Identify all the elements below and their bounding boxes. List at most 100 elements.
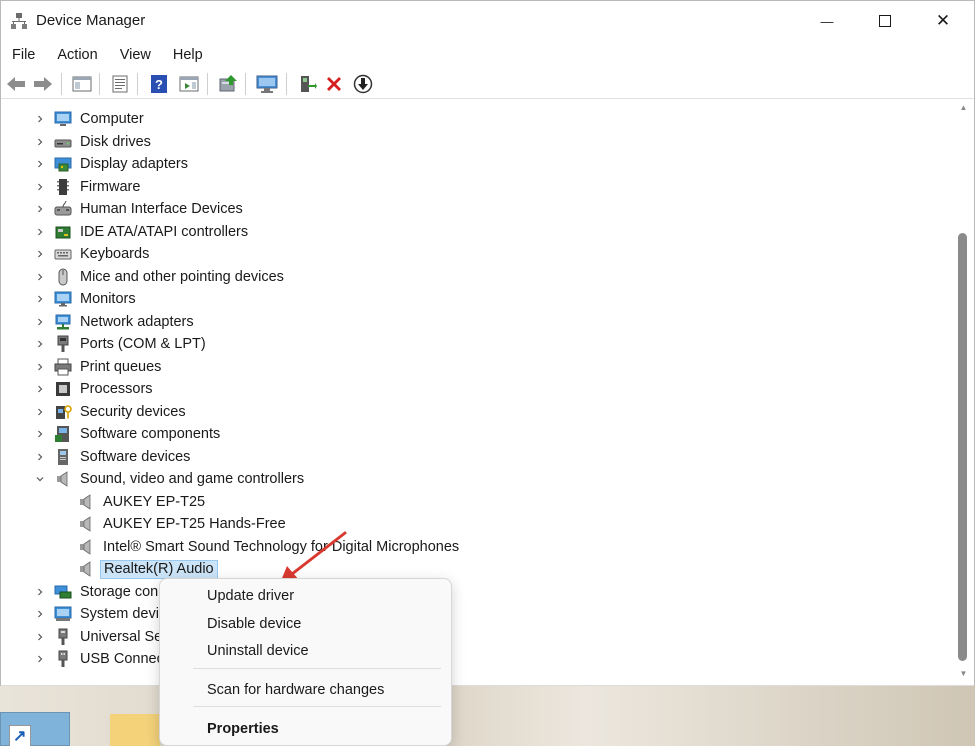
title-bar[interactable]: Device Manager — ✕ xyxy=(1,1,974,41)
tree-category-item[interactable]: Sound, video and game controllers xyxy=(3,468,943,490)
minimize-icon: — xyxy=(820,13,834,29)
tree-category-item[interactable]: Security devices xyxy=(3,401,943,423)
menu-action[interactable]: Action xyxy=(46,43,108,67)
help-icon: ? xyxy=(151,75,167,93)
chevron-right-icon[interactable] xyxy=(34,311,46,333)
desktop-shortcut-tile[interactable] xyxy=(0,712,70,746)
forward-button[interactable] xyxy=(32,73,54,95)
chevron-down-icon[interactable] xyxy=(34,468,46,490)
tree-category-item[interactable]: System devi xyxy=(3,603,943,625)
maximize-icon xyxy=(879,15,891,27)
chevron-right-icon[interactable] xyxy=(34,131,46,153)
chevron-right-icon[interactable] xyxy=(34,423,46,445)
chevron-right-icon[interactable] xyxy=(34,378,46,400)
menu-file[interactable]: File xyxy=(1,43,46,67)
menu-help[interactable]: Help xyxy=(162,43,214,67)
menu-view[interactable]: View xyxy=(109,43,162,67)
tree-item-label: Display adapters xyxy=(80,156,188,172)
chevron-right-icon[interactable] xyxy=(34,333,46,355)
speaker-icon xyxy=(80,538,91,555)
tree-device-item[interactable]: AUKEY EP-T25 Hands-Free xyxy=(3,513,943,535)
chevron-right-icon[interactable] xyxy=(34,603,46,625)
chevron-right-icon[interactable] xyxy=(34,221,46,243)
tree-item-label: Software devices xyxy=(80,448,191,465)
chevron-right-icon[interactable] xyxy=(34,288,46,310)
toolbar-separator xyxy=(245,73,246,95)
tree-category-item[interactable]: Universal Se xyxy=(3,626,943,648)
context-scan-hardware[interactable]: Scan for hardware changes xyxy=(164,677,449,703)
chevron-right-icon[interactable] xyxy=(34,648,46,670)
tree-category-item[interactable]: Computer xyxy=(3,108,943,130)
speaker-icon xyxy=(57,471,68,487)
uninstall-device-button[interactable] xyxy=(323,73,345,95)
tree-device-item[interactable]: Intel® Smart Sound Technology for Digita… xyxy=(3,536,943,558)
toolbar-separator xyxy=(137,73,138,95)
back-button[interactable] xyxy=(5,73,27,95)
context-update-driver[interactable]: Update driver xyxy=(164,583,449,609)
tree-category-item[interactable]: Storage con xyxy=(3,581,943,603)
enable-device-button[interactable] xyxy=(296,73,318,95)
tree-category-item[interactable]: Software components xyxy=(3,423,943,445)
usb-connector-icon xyxy=(58,650,68,667)
chevron-right-icon[interactable] xyxy=(34,108,46,130)
chevron-right-icon[interactable] xyxy=(34,626,46,648)
tree-category-item[interactable]: Print queues xyxy=(3,356,943,378)
tree-category-item[interactable]: Human Interface Devices xyxy=(3,198,943,220)
maximize-button[interactable] xyxy=(856,1,914,41)
tree-category-item[interactable]: Ports (COM & LPT) xyxy=(3,333,943,355)
tree-item-label: Storage con xyxy=(80,583,159,600)
chevron-right-icon[interactable] xyxy=(34,581,46,603)
context-properties[interactable]: Properties xyxy=(164,716,449,742)
properties-button[interactable] xyxy=(109,73,131,95)
software-device-icon xyxy=(58,448,68,465)
tree-category-item[interactable]: Processors xyxy=(3,378,943,400)
tree-item-label: Software components xyxy=(80,426,221,442)
tree-category-item[interactable]: Display adapters xyxy=(3,153,943,175)
window-title: Device Manager xyxy=(36,12,146,29)
tree-device-item[interactable]: Realtek(R) Audio xyxy=(3,558,943,580)
chevron-right-icon[interactable] xyxy=(34,243,46,265)
tree-category-item[interactable]: IDE ATA/ATAPI controllers xyxy=(3,221,943,243)
chevron-right-icon[interactable] xyxy=(34,401,46,423)
security-device-icon xyxy=(56,404,72,419)
context-uninstall-device[interactable]: Uninstall device xyxy=(164,638,449,664)
tree-category-item[interactable]: Software devices xyxy=(3,446,943,468)
tree-category-item[interactable]: Keyboards xyxy=(3,243,943,265)
scan-hardware-button[interactable] xyxy=(256,73,278,95)
action-pane-button[interactable] xyxy=(178,73,200,95)
forward-icon xyxy=(34,77,52,91)
chevron-right-icon[interactable] xyxy=(34,446,46,468)
tree-category-item[interactable]: Mice and other pointing devices xyxy=(3,266,943,288)
tree-device-item[interactable]: AUKEY EP-T25 xyxy=(3,491,943,513)
tree-item-label: Firmware xyxy=(80,178,141,195)
scrollbar-thumb[interactable] xyxy=(958,233,967,661)
show-hide-console-tree-icon xyxy=(72,76,92,92)
minimize-button[interactable]: — xyxy=(798,1,856,41)
chevron-right-icon[interactable] xyxy=(34,356,46,378)
disable-device-button[interactable] xyxy=(352,73,374,95)
tree-category-item[interactable]: Network adapters xyxy=(3,311,943,333)
scroll-up-icon[interactable]: ▲ xyxy=(959,103,968,112)
speaker-icon xyxy=(80,561,91,577)
svg-text:?: ? xyxy=(155,77,163,92)
context-separator xyxy=(193,706,441,707)
context-disable-device[interactable]: Disable device xyxy=(164,611,449,637)
help-button[interactable]: ? xyxy=(148,73,170,95)
tree-item-label: System devi xyxy=(80,606,159,622)
scroll-down-icon[interactable]: ▼ xyxy=(959,669,968,678)
tree-category-item[interactable]: Firmware xyxy=(3,176,943,198)
close-button[interactable]: ✕ xyxy=(914,1,972,41)
tree-category-item[interactable]: USB Connec xyxy=(3,648,943,670)
tree-category-item[interactable]: Monitors xyxy=(3,288,943,310)
chevron-right-icon[interactable] xyxy=(34,266,46,288)
vertical-scrollbar[interactable]: ▲ ▼ xyxy=(955,101,972,685)
device-tree[interactable]: Computer Disk drives Display adapters Firmw… xyxy=(3,101,953,685)
desktop-folder[interactable] xyxy=(110,714,160,746)
show-hide-console-tree-button[interactable] xyxy=(71,73,93,95)
tree-category-item[interactable]: Disk drives xyxy=(3,131,943,153)
chevron-right-icon[interactable] xyxy=(34,176,46,198)
chevron-right-icon[interactable] xyxy=(34,153,46,175)
update-driver-button[interactable] xyxy=(217,73,239,95)
chevron-right-icon[interactable] xyxy=(34,198,46,220)
tree-item-label: IDE ATA/ATAPI controllers xyxy=(80,223,249,240)
